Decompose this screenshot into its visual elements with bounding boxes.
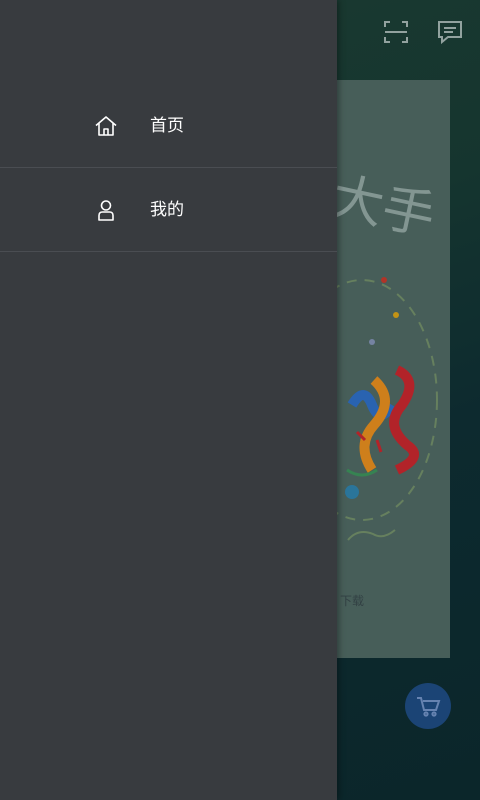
drawer-item-home[interactable]: 首页 xyxy=(0,84,337,168)
drawer-item-label: 我的 xyxy=(150,200,184,220)
home-icon xyxy=(94,114,118,138)
drawer-item-mine[interactable]: 我的 xyxy=(0,168,337,252)
drawer-menu: 首页 我的 xyxy=(0,84,337,252)
drawer-item-label: 首页 xyxy=(150,116,184,136)
app-screen: 大手 下载 首页 我的 xyxy=(0,0,480,800)
navigation-drawer: 首页 我的 xyxy=(0,0,337,800)
user-icon xyxy=(94,198,118,222)
